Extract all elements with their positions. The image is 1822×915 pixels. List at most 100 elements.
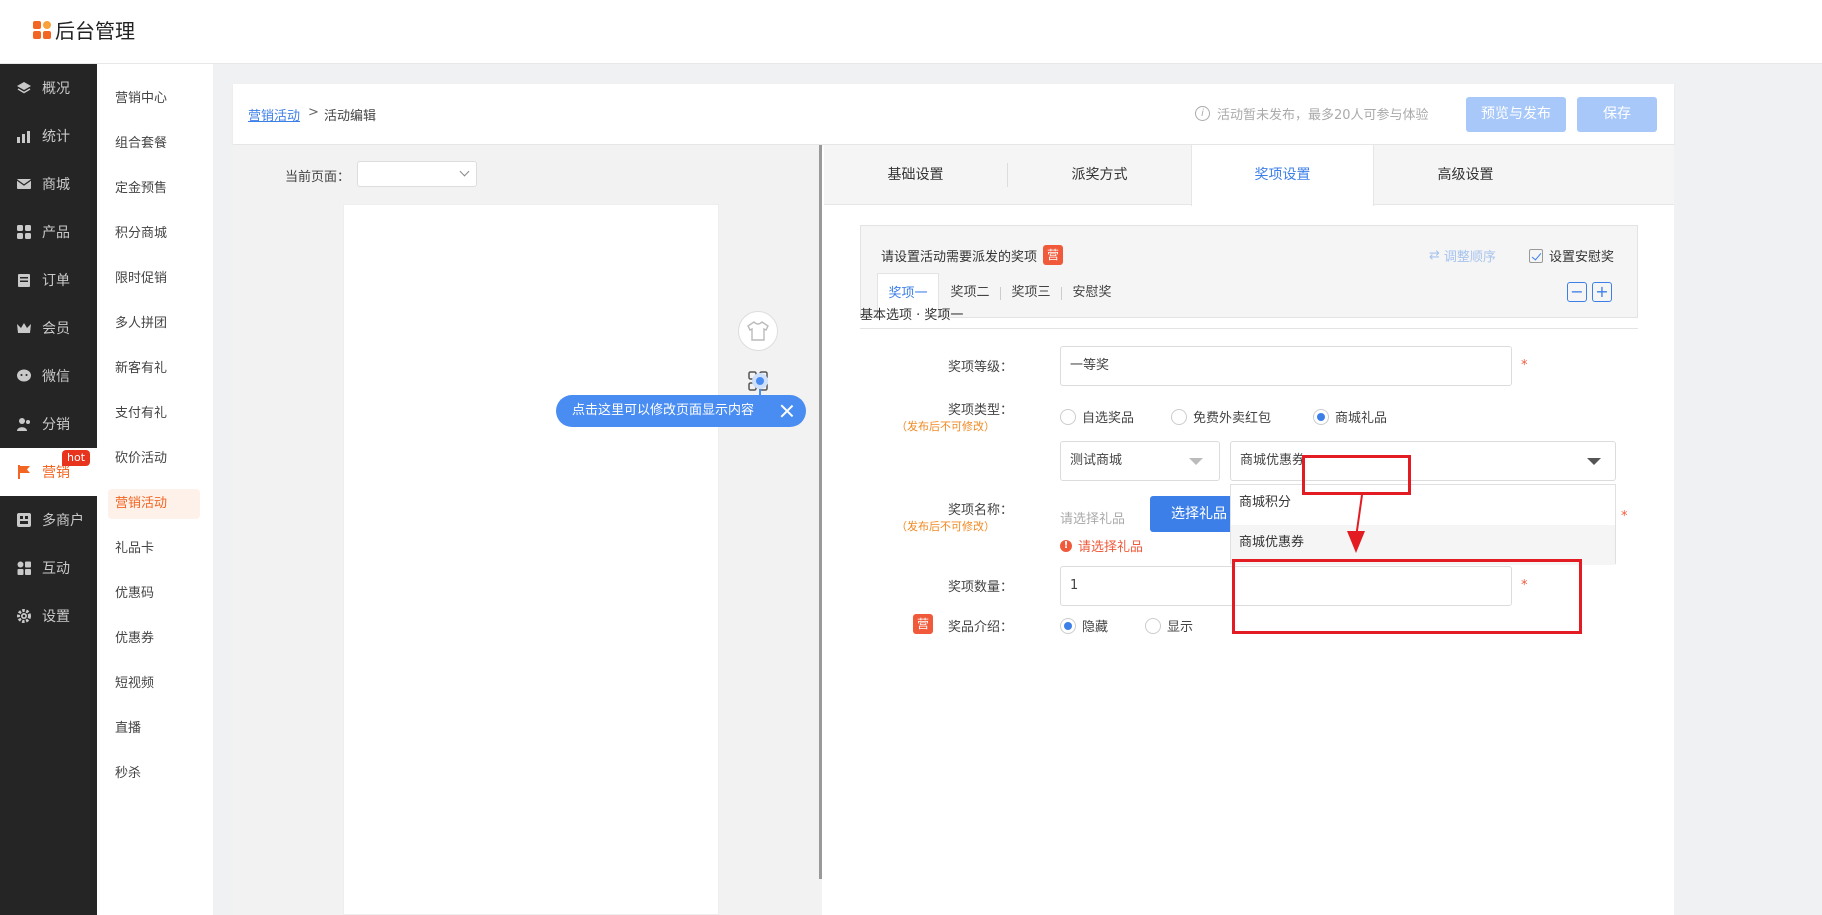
- nav-label: 分销: [42, 417, 70, 433]
- hot-badge: hot: [62, 450, 91, 466]
- gift-type-select[interactable]: 商城优惠券: [1230, 441, 1616, 481]
- shop-select[interactable]: 测试商城: [1060, 441, 1220, 481]
- nav-item-marketing[interactable]: 营销 hot: [0, 448, 97, 496]
- type-radio-gift[interactable]: 商城礼品: [1313, 407, 1387, 426]
- intro-label: 奖品介绍：: [947, 620, 1013, 635]
- type-radio-takeout[interactable]: 免费外卖红包: [1171, 407, 1271, 426]
- swap-icon: ⇄: [1429, 248, 1440, 263]
- logo-icon: [33, 20, 51, 39]
- comfort-prize-checkbox[interactable]: 设置安慰奖: [1529, 246, 1614, 265]
- nav-item-shop[interactable]: 商城: [0, 160, 97, 208]
- current-page-select[interactable]: [357, 161, 477, 187]
- prize-tab-comfort[interactable]: 安慰奖: [1067, 273, 1117, 319]
- sub-item[interactable]: 优惠码: [108, 579, 200, 609]
- nav-label: 概况: [42, 81, 70, 97]
- chevron-down-icon: [1189, 458, 1203, 465]
- close-icon[interactable]: [780, 404, 794, 418]
- app-title: 后台管理: [55, 19, 135, 43]
- sub-item[interactable]: 秒杀: [108, 759, 200, 789]
- sub-item[interactable]: 支付有礼: [108, 399, 200, 429]
- add-prize-button[interactable]: +: [1592, 282, 1612, 302]
- nav-item-wechat[interactable]: 微信: [0, 352, 97, 400]
- preview-panel: 当前页面： 点击这里可以修改页面显示内容: [233, 145, 822, 915]
- remove-prize-button[interactable]: −: [1567, 282, 1587, 302]
- shirt-icon[interactable]: [738, 311, 778, 351]
- reorder-button[interactable]: ⇄ 调整顺序: [1429, 246, 1496, 265]
- sub-item[interactable]: 多人拼团: [108, 309, 200, 339]
- sub-item[interactable]: 直播: [108, 714, 200, 744]
- hint-dot: [756, 377, 764, 385]
- sub-item[interactable]: 组合套餐: [108, 129, 200, 159]
- sub-item[interactable]: 短视频: [108, 669, 200, 699]
- main-sidebar: 概况 统计 商城 产品 订单 会员 微信 分销 营销 hot 多商户 互动 设置: [0, 64, 97, 915]
- radio-label: 自选奖品: [1082, 411, 1135, 426]
- store-icon: [16, 512, 32, 528]
- sub-item[interactable]: 积分商城: [108, 219, 200, 249]
- dropdown-option[interactable]: 商城积分: [1231, 485, 1615, 525]
- intro-radio-hide[interactable]: 隐藏: [1060, 616, 1108, 635]
- tab-advanced[interactable]: 高级设置: [1374, 145, 1557, 205]
- qty-label: 奖项数量：: [947, 580, 1013, 595]
- name-placeholder: 请选择礼品: [1060, 512, 1126, 527]
- sub-item-active[interactable]: 营销活动: [108, 489, 200, 519]
- tab-award-method[interactable]: 派奖方式: [1008, 145, 1191, 205]
- current-page-label: 当前页面：: [285, 170, 351, 185]
- nav-label: 多商户: [42, 513, 84, 529]
- sub-item[interactable]: 砍价活动: [108, 444, 200, 474]
- nav-item-member[interactable]: 会员: [0, 304, 97, 352]
- sub-item[interactable]: 营销中心: [108, 84, 200, 114]
- sub-item[interactable]: 限时促销: [108, 264, 200, 294]
- breadcrumb-current: 活动编辑: [324, 109, 377, 124]
- nav-item-overview[interactable]: 概况: [0, 64, 97, 112]
- nav-item-multi-merchant[interactable]: 多商户: [0, 496, 97, 544]
- required-mark: *: [1621, 509, 1628, 524]
- required-mark: *: [1521, 358, 1528, 373]
- nav-item-distribution[interactable]: 分销: [0, 400, 97, 448]
- intro-radio-show[interactable]: 显示: [1145, 616, 1193, 635]
- logo[interactable]: 后台管理: [33, 15, 135, 44]
- publish-notice: i 活动暂未发布，最多20人可参与体验: [1195, 104, 1429, 123]
- prize-box-title: 请设置活动需要派发的奖项 营: [881, 245, 1064, 265]
- radio-icon: [1145, 617, 1161, 634]
- tab-prize-settings[interactable]: 奖项设置: [1191, 145, 1374, 206]
- level-input[interactable]: 一等奖: [1060, 346, 1512, 386]
- chevron-down-icon: [1587, 458, 1601, 465]
- wechat-icon: [16, 368, 32, 384]
- prize-tab-3[interactable]: 奖项三: [1006, 273, 1056, 319]
- save-button[interactable]: 保存: [1577, 97, 1657, 132]
- nav-label: 商城: [42, 177, 70, 193]
- sub-item[interactable]: 新客有礼: [108, 354, 200, 384]
- nav-label: 统计: [42, 129, 70, 145]
- gift-type-dropdown: 商城积分 商城优惠券: [1230, 484, 1616, 565]
- nav-item-product[interactable]: 产品: [0, 208, 97, 256]
- marketing-badge: 营: [1043, 245, 1064, 265]
- preview-publish-button[interactable]: 预览与发布: [1466, 97, 1566, 132]
- flag-icon: [16, 464, 32, 480]
- breadcrumb-link[interactable]: 营销活动: [248, 105, 300, 124]
- layers-icon: [16, 80, 32, 96]
- nav-item-order[interactable]: 订单: [0, 256, 97, 304]
- preview-scrollbar[interactable]: [819, 145, 822, 879]
- comfort-prize-label: 设置安慰奖: [1549, 250, 1615, 265]
- chart-icon: [16, 128, 32, 144]
- type-radio-custom[interactable]: 自选奖品: [1060, 407, 1134, 426]
- radio-icon: [1171, 408, 1187, 425]
- nav-item-settings[interactable]: 设置: [0, 592, 97, 640]
- phone-preview[interactable]: [343, 204, 719, 915]
- sub-item[interactable]: 定金预售: [108, 174, 200, 204]
- sub-item[interactable]: 优惠券: [108, 624, 200, 654]
- sub-item[interactable]: 礼品卡: [108, 534, 200, 564]
- annotation-highlight-gift-radio: [1302, 455, 1411, 495]
- radio-label: 商城礼品: [1335, 411, 1388, 426]
- nav-item-interact[interactable]: 互动: [0, 544, 97, 592]
- name-error-text: 请选择礼品: [1078, 540, 1144, 555]
- nav-item-stats[interactable]: 统计: [0, 112, 97, 160]
- radio-icon: [1060, 408, 1076, 425]
- checkbox-icon: [1529, 248, 1543, 263]
- name-label: 奖项名称：: [947, 503, 1013, 518]
- tab-basic[interactable]: 基础设置: [824, 145, 1007, 205]
- radio-label: 隐藏: [1082, 620, 1109, 635]
- radio-label: 免费外卖红包: [1193, 411, 1272, 426]
- prize-box-title-text: 请设置活动需要派发的奖项: [881, 249, 1038, 265]
- hint-tooltip[interactable]: 点击这里可以修改页面显示内容: [556, 395, 806, 427]
